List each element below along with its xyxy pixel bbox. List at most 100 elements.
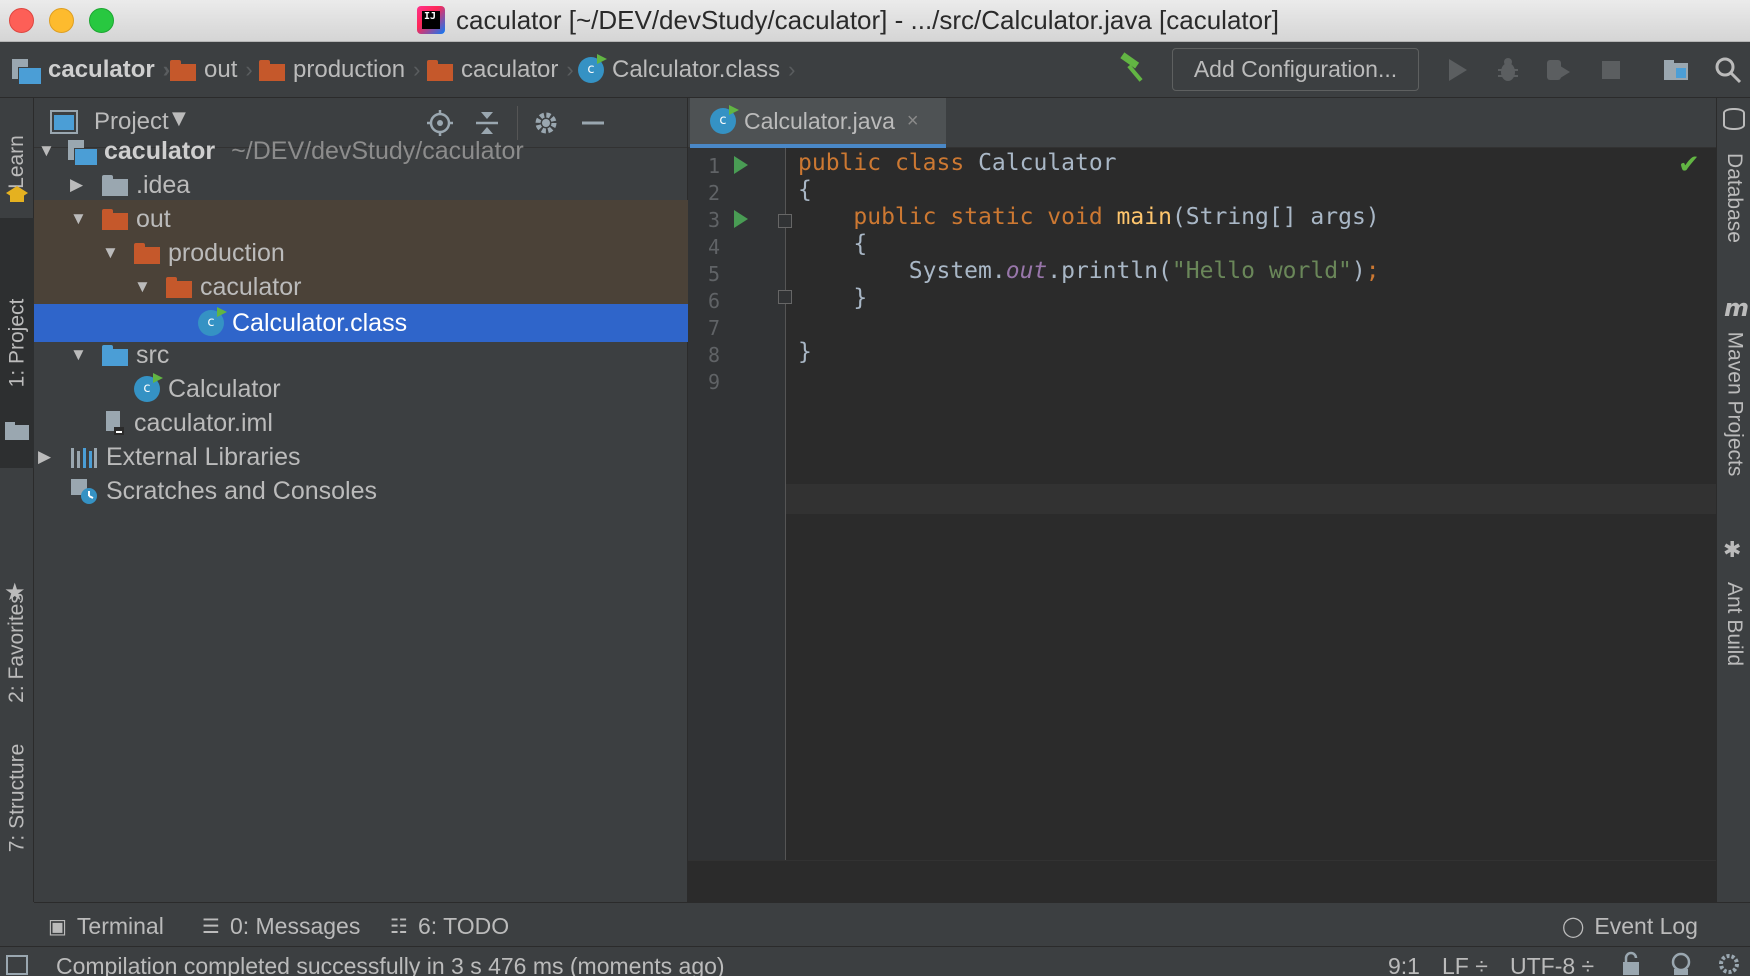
library-icon [71, 448, 97, 468]
line-number: 5 [707, 262, 720, 286]
messages-icon: ☰ [202, 914, 220, 938]
tree-item-production[interactable]: ▼ production [34, 234, 688, 272]
line-number: 2 [707, 181, 720, 205]
terminal-tool-button[interactable]: ▣ Terminal [48, 911, 164, 941]
lock-icon[interactable] [1620, 951, 1644, 976]
code-line-1: public class Calculator [798, 150, 1117, 176]
code-line-6: } [853, 285, 868, 311]
expanded-arrow-icon[interactable]: ▼ [70, 345, 90, 365]
breadcrumb-out[interactable]: out › [170, 50, 253, 90]
project-icon [68, 138, 98, 166]
tree-item-scratches[interactable]: Scratches and Consoles [34, 472, 688, 510]
todo-tool-button[interactable]: ☷ 6: TODO [390, 911, 509, 941]
breadcrumb-caculator[interactable]: caculator › [427, 50, 574, 90]
right-tool-strip: Database m Maven Projects ✱ Ant Build [1716, 98, 1750, 902]
inspector-icon[interactable] [1668, 951, 1694, 976]
source-folder-icon [102, 345, 128, 366]
search-icon[interactable] [1714, 56, 1742, 84]
no-problems-check-icon: ✔ [1678, 150, 1700, 180]
messages-tool-button[interactable]: ☰ 0: Messages [202, 911, 360, 941]
folder-icon [102, 175, 128, 196]
minimize-window-button[interactable] [49, 8, 74, 33]
tree-item-idea[interactable]: ▶ .idea [34, 166, 688, 204]
editor-tab-bar: c Calculator.java × [688, 98, 1716, 148]
folder-icon [134, 243, 160, 264]
tree-item-src[interactable]: ▼ src [34, 336, 688, 374]
class-icon: c [134, 376, 160, 402]
expanded-arrow-icon[interactable]: ▼ [102, 243, 122, 263]
close-icon[interactable]: × [907, 110, 919, 133]
folder-icon [170, 60, 196, 81]
build-hammer-icon[interactable] [1118, 52, 1150, 84]
file-encoding[interactable]: UTF-8 ÷ [1510, 953, 1594, 976]
tab-database[interactable]: Database [1717, 128, 1750, 268]
expanded-arrow-icon[interactable]: ▼ [38, 141, 58, 161]
line-separator[interactable]: LF ÷ [1442, 953, 1488, 976]
window-title: caculator [~/DEV/devStudy/caculator] - .… [456, 5, 1279, 35]
run-coverage-icon[interactable] [1544, 56, 1572, 84]
event-log-icon: ◯ [1562, 914, 1585, 938]
editor-footer [688, 860, 1716, 902]
tree-item-caculator-output[interactable]: ▼ caculator [34, 268, 688, 306]
left-tool-strip: Learn 1: Project 2: Favorites ★ 7: Struc… [0, 98, 34, 902]
bottom-tool-bar: ▣ Terminal ☰ 0: Messages ☷ 6: TODO ◯ Event L… [34, 902, 1750, 946]
collapsed-arrow-icon[interactable]: ▶ [38, 447, 58, 467]
stop-icon[interactable] [1597, 56, 1625, 84]
tree-item-calculator-source[interactable]: c Calculator [34, 370, 688, 408]
collapsed-arrow-icon[interactable]: ▶ [70, 175, 90, 195]
terminal-icon: ▣ [48, 914, 67, 938]
status-bar: Compilation completed successfully in 3 … [0, 946, 1750, 976]
tab-calculator-java[interactable]: c Calculator.java × [690, 98, 946, 148]
line-number: 6 [707, 289, 720, 313]
tree-item-out[interactable]: ▼ out [34, 200, 688, 238]
breadcrumb-project[interactable]: caculator › [12, 50, 170, 90]
title-bar: IJ caculator [~/DEV/devStudy/caculator] … [0, 0, 1750, 42]
tab-ant-build[interactable]: Ant Build [1717, 564, 1750, 684]
navigation-bar: caculator › out › production › caculator › c… [0, 42, 1750, 98]
add-configuration-button[interactable]: Add Configuration... [1172, 48, 1419, 91]
scratches-icon [71, 479, 97, 504]
current-line-highlight [786, 484, 1716, 514]
line-number: 8 [707, 343, 720, 367]
close-window-button[interactable] [9, 8, 34, 33]
tree-item-iml[interactable]: caculator.iml [34, 404, 688, 442]
expanded-arrow-icon[interactable]: ▼ [134, 277, 154, 297]
code-line-5: System.out.println("Hello world"); [908, 258, 1380, 284]
run-main-gutter-icon[interactable] [734, 210, 748, 228]
class-icon: c [710, 108, 736, 134]
folder-icon [259, 60, 285, 81]
code-line-4: { [853, 231, 868, 257]
fold-marker-icon[interactable] [778, 290, 792, 304]
debug-icon[interactable] [1494, 56, 1522, 84]
line-number: 4 [707, 235, 720, 259]
tree-item-external-libraries[interactable]: ▶ External Libraries [34, 438, 688, 476]
line-number-gutter: 1 2 3 4 5 6 7 8 9 [688, 148, 792, 860]
fold-marker-icon[interactable] [778, 214, 792, 228]
tree-item-project-root[interactable]: ▼ caculator ~/DEV/devStudy/caculator [34, 132, 688, 170]
database-icon [1723, 108, 1745, 130]
settings-icon[interactable] [1716, 951, 1742, 976]
expanded-arrow-icon[interactable]: ▼ [70, 209, 90, 229]
event-log-tool-button[interactable]: ◯ Event Log [1562, 911, 1698, 941]
class-icon: c [578, 57, 604, 83]
line-number: 7 [707, 316, 720, 340]
breadcrumb-production[interactable]: production › [259, 50, 420, 90]
code-editor: c Calculator.java × 1 2 3 4 5 6 7 8 9 pu… [688, 98, 1716, 902]
caret-position[interactable]: 9:1 [1388, 953, 1420, 976]
intellij-app-icon: IJ [417, 6, 445, 34]
toggle-tool-windows-icon[interactable] [6, 955, 28, 975]
star-icon: ★ [4, 578, 26, 606]
run-icon[interactable] [1443, 56, 1471, 84]
maximize-window-button[interactable] [89, 8, 114, 33]
line-number: 1 [707, 154, 720, 178]
folder-icon [166, 277, 192, 298]
tab-structure[interactable]: 7: Structure [0, 698, 34, 898]
todo-list-icon: ☷ [390, 914, 408, 938]
folder-icon [5, 422, 29, 440]
breadcrumb-class-file[interactable]: c Calculator.class › [578, 50, 795, 90]
code-line-3: public static void main(String[] args) [853, 204, 1380, 230]
tab-maven-projects[interactable]: Maven Projects [1717, 324, 1750, 484]
chevron-down-icon[interactable]: ▼ [172, 108, 186, 129]
run-class-gutter-icon[interactable] [734, 156, 748, 174]
project-structure-icon[interactable] [1662, 56, 1690, 84]
